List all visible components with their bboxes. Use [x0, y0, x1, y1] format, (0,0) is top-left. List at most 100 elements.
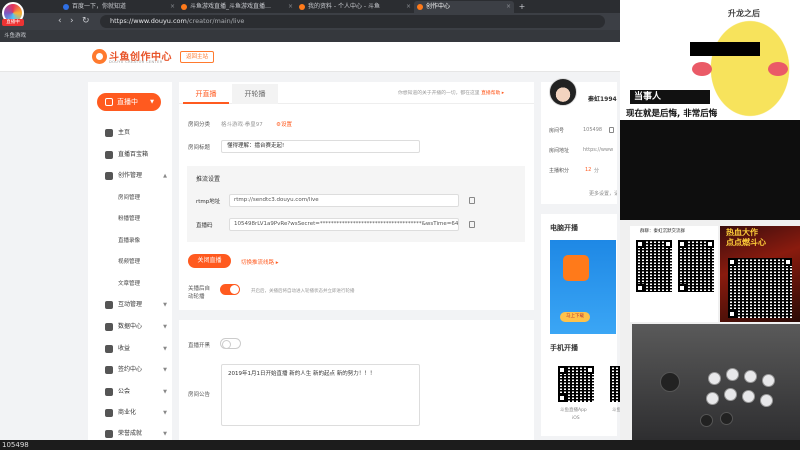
sidebar-subitem-articles[interactable]: 文章管理 — [118, 278, 140, 290]
new-tab-button[interactable]: + — [516, 1, 528, 13]
danmaku-label: 直播开黑 — [188, 343, 211, 349]
points-value: 12 — [585, 167, 592, 173]
contract-icon — [105, 366, 113, 374]
sidebar-subitem-fans[interactable]: 粉播管理 — [118, 213, 140, 225]
baidu-icon — [63, 4, 69, 10]
screen: 百度一下，你就知道 × 斗鱼游戏直播_斗鱼游戏直播… × 我的资料 - 个人中心 -… — [0, 0, 800, 450]
more-settings-link[interactable]: 更多设置，请前往房间管理 ▸ — [589, 190, 617, 197]
sidebar-item-contract[interactable]: 签约中心 ▼ — [105, 364, 167, 376]
creator-center-logo[interactable]: 斗鱼创作中心 DOUYU CREATOR CENTER — [92, 48, 172, 66]
overlay-dark-area — [620, 120, 800, 220]
toolbox-icon — [105, 151, 113, 159]
mobile-broadcast-title: 手机开播 — [550, 344, 578, 352]
user-avatar[interactable] — [549, 78, 577, 106]
sidebar-item-income[interactable]: 收益 ▼ — [105, 343, 167, 355]
sidebar-item-interaction[interactable]: 互动管理 ▼ — [105, 299, 167, 311]
chevron-down-icon: ▼ — [163, 410, 167, 416]
arcade-joystick — [660, 372, 680, 392]
duck-cheek — [692, 62, 712, 76]
stream-key-field[interactable]: 105498rLV1a9PvRe?wsSecret=**************… — [229, 218, 459, 231]
douyu-icon — [181, 4, 187, 10]
points-unit: 分 — [594, 168, 600, 174]
copy-icon[interactable] — [609, 127, 614, 133]
auto-rebroadcast-label-2: 动轮播 — [188, 294, 205, 300]
douyu-app-icon — [563, 255, 589, 281]
duck-cheek — [768, 62, 788, 76]
tab-open-live[interactable]: 开直播 — [183, 84, 229, 104]
notice-label: 房间公告 — [188, 392, 211, 398]
chevron-down-icon: ▼ — [163, 367, 167, 373]
meme-label: 当事人 — [630, 90, 710, 104]
live-status-button[interactable]: 直播中 ▼ — [97, 93, 161, 111]
switch-line-link[interactable]: 切换推流线路 ▸ — [241, 258, 279, 266]
forward-arrow-icon[interactable]: › — [70, 16, 74, 27]
douyu-icon — [417, 4, 423, 10]
arcade-button — [724, 388, 737, 401]
sidebar-subitem-videos[interactable]: 视频管理 — [118, 256, 140, 268]
danmaku-toggle[interactable] — [220, 338, 241, 349]
copy-icon[interactable] — [469, 197, 475, 204]
sidebar-item-toolbox[interactable]: 直播百宝箱 — [105, 149, 167, 161]
bookmarks-bar: 斗鱼游戏 — [0, 30, 620, 42]
live-badge: 直播中 — [2, 19, 24, 26]
qr-code-android — [610, 366, 620, 402]
guild-icon — [105, 388, 113, 396]
rtmp-address-field[interactable]: rtmp://sendtc3.douyu.com/live — [229, 194, 459, 207]
category-value: 格斗游戏·拳皇97 — [221, 122, 263, 128]
back-home-button[interactable]: 返回主站 — [180, 51, 214, 63]
sidebar-subitem-recordings[interactable]: 直播录像 — [118, 235, 140, 247]
tab-rebroadcast[interactable]: 开轮播 — [232, 84, 278, 104]
room-url-label: 房间地址 — [549, 148, 570, 154]
sidebar-item-data[interactable]: 数据中心 ▼ — [105, 321, 167, 333]
username: 秦虹1994 — [588, 96, 617, 103]
meme-subtitle: 现在就是后悔, 非常后悔 — [626, 107, 718, 119]
arcade-button — [708, 372, 721, 385]
sidebar-item-creation[interactable]: 创作管理 ▲ — [105, 170, 167, 182]
room-notice-textarea[interactable]: 2019年1月1日开始直播 新的人生 新的起点 新的努力！！！ — [221, 364, 420, 426]
download-button[interactable]: 马上下载 — [560, 312, 590, 322]
sidebar-item-guild[interactable]: 公会 ▼ — [105, 386, 167, 398]
close-icon[interactable]: × — [406, 1, 411, 13]
qr-code-wechat — [678, 240, 714, 292]
help-link[interactable]: 直播帮助 ▸ — [481, 91, 504, 96]
browser-tab-active[interactable]: 创作中心 × — [414, 1, 514, 13]
close-live-button[interactable]: 关闭直播 — [188, 254, 231, 268]
meme-caption: 升龙之后 — [728, 9, 760, 18]
stream-bottom-bar: 105498 — [0, 440, 800, 450]
sidebar-item-honor[interactable]: 荣誉成就 ▼ — [105, 428, 167, 440]
bookmark-item[interactable]: 斗鱼游戏 — [4, 30, 26, 42]
reload-icon[interactable]: ↻ — [82, 16, 90, 27]
arcade-button — [760, 394, 773, 407]
chevron-down-icon: ▼ — [163, 302, 167, 308]
auto-rebroadcast-toggle[interactable] — [220, 284, 240, 295]
back-arrow-icon[interactable]: ‹ — [58, 16, 62, 27]
qr-code-art — [728, 258, 792, 318]
arcade-button — [742, 390, 755, 403]
address-bar-row: ‹ › ↻ https://www.douyu.com/creator/main… — [0, 13, 620, 30]
room-url: https://www.douyu.com/105498 — [583, 147, 613, 153]
rtmp-label: rtmp地址 — [196, 199, 221, 205]
category-settings-link[interactable]: ⚙设置 — [276, 120, 292, 128]
chart-icon — [105, 323, 113, 331]
medal-icon — [105, 430, 113, 438]
browser-tab[interactable]: 百度一下，你就知道 × — [60, 1, 178, 13]
arcade-button — [706, 392, 719, 405]
url-field[interactable]: https://www.douyu.com/creator/main/live — [100, 15, 605, 28]
arcade-button — [720, 412, 733, 425]
browser-tab[interactable]: 我的资料 - 个人中心 - 斗鱼 × — [296, 1, 414, 13]
room-id-overlay: 105498 — [2, 441, 29, 449]
game-art-text: 热血大作 点点燃斗心 — [726, 228, 766, 247]
close-icon[interactable]: × — [170, 1, 175, 13]
sidebar-subitem-room[interactable]: 房间管理 — [118, 192, 140, 204]
sidebar-item-home[interactable]: 主页 — [105, 127, 167, 139]
douyu-icon — [299, 4, 305, 10]
close-icon[interactable]: × — [506, 1, 511, 13]
censor-bar — [690, 42, 760, 56]
sidebar-item-business[interactable]: 商业化 ▼ — [105, 407, 167, 419]
room-title-input[interactable]: 懂得理解：擂台赛走起! — [221, 140, 420, 153]
arcade-button — [744, 370, 757, 383]
close-icon[interactable]: × — [288, 1, 293, 13]
browser-tab[interactable]: 斗鱼游戏直播_斗鱼游戏直播… × — [178, 1, 296, 13]
arcade-button — [726, 368, 739, 381]
copy-icon[interactable] — [469, 221, 475, 228]
